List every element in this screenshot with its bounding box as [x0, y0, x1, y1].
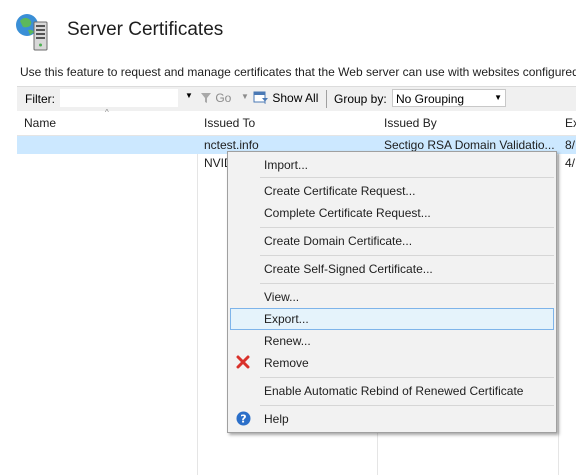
help-icon: ?	[236, 411, 251, 426]
sort-ascending-icon: ^	[105, 108, 109, 117]
filter-label: Filter:	[25, 92, 55, 106]
menu-item-export[interactable]: Export...	[230, 308, 554, 330]
go-dropdown-arrow-icon[interactable]: ▼	[241, 92, 249, 101]
group-by-label: Group by:	[334, 92, 387, 106]
context-menu: Import... Create Certificate Request... …	[227, 151, 557, 433]
menu-item-label: Help	[264, 412, 289, 426]
red-x-icon	[236, 355, 250, 369]
group-by-select[interactable]: No Grouping ▼	[392, 89, 506, 107]
filter-dropdown-arrow-icon[interactable]: ▼	[185, 91, 193, 100]
column-header-expiration[interactable]: Ex	[565, 116, 576, 130]
menu-item-label: Export...	[264, 312, 309, 326]
menu-item-label: Remove	[264, 356, 309, 370]
show-all-button[interactable]: Show All	[253, 91, 318, 105]
menu-item-help[interactable]: ? Help	[230, 408, 554, 428]
column-header-issued-by[interactable]: Issued By	[384, 116, 437, 130]
menu-item-label: Complete Certificate Request...	[264, 206, 431, 220]
column-header-name[interactable]: Name	[24, 116, 56, 130]
menu-item-label: Create Domain Certificate...	[264, 234, 413, 248]
menu-item-import[interactable]: Import...	[230, 154, 554, 174]
funnel-icon	[201, 93, 211, 103]
menu-separator	[260, 255, 554, 256]
menu-item-view[interactable]: View...	[230, 286, 554, 306]
cell-expiration: 8/	[565, 138, 576, 152]
column-header-issued-to[interactable]: Issued To	[204, 116, 255, 130]
menu-item-renew[interactable]: Renew...	[230, 330, 554, 350]
menu-separator	[260, 177, 554, 178]
menu-item-complete-certificate-request[interactable]: Complete Certificate Request...	[230, 202, 554, 222]
menu-item-create-domain-certificate[interactable]: Create Domain Certificate...	[230, 230, 554, 250]
menu-item-label: Create Certificate Request...	[264, 184, 416, 198]
show-all-label: Show All	[272, 91, 319, 105]
page-title: Server Certificates	[67, 19, 224, 40]
menu-separator	[260, 283, 554, 284]
cell-issued-to: nctest.info	[204, 138, 259, 152]
go-label: Go	[215, 91, 232, 105]
menu-separator	[260, 377, 554, 378]
menu-separator	[260, 405, 554, 406]
go-button[interactable]: Go	[200, 91, 231, 105]
page-description: Use this feature to request and manage c…	[20, 65, 576, 79]
svg-text:?: ?	[240, 413, 246, 426]
menu-item-label: Enable Automatic Rebind of Renewed Certi…	[264, 384, 524, 398]
menu-item-label: Renew...	[264, 334, 311, 348]
cell-issued-by: Sectigo RSA Domain Validatio...	[384, 138, 555, 152]
menu-item-label: View...	[264, 290, 300, 304]
menu-separator	[260, 227, 554, 228]
menu-item-enable-automatic-rebind[interactable]: Enable Automatic Rebind of Renewed Certi…	[230, 380, 554, 400]
list-header: Name ^ Issued To Issued By Ex	[17, 108, 576, 136]
cell-expiration: 4/	[565, 156, 576, 170]
filter-input[interactable]	[60, 89, 178, 107]
menu-item-label: Create Self-Signed Certificate...	[264, 262, 433, 276]
toolbar-divider	[326, 90, 327, 108]
menu-item-remove[interactable]: Remove	[230, 352, 554, 372]
chevron-down-icon: ▼	[494, 93, 502, 102]
group-by-value: No Grouping	[396, 92, 465, 106]
menu-item-label: Import...	[264, 158, 309, 172]
menu-item-create-certificate-request[interactable]: Create Certificate Request...	[230, 180, 554, 200]
filter-toolbar: Filter: ▼ Go ▼ Show All Group by: No Gro…	[17, 86, 576, 112]
show-all-icon	[253, 91, 268, 104]
server-certificates-icon	[14, 12, 52, 52]
menu-item-create-self-signed-certificate[interactable]: Create Self-Signed Certificate...	[230, 258, 554, 278]
